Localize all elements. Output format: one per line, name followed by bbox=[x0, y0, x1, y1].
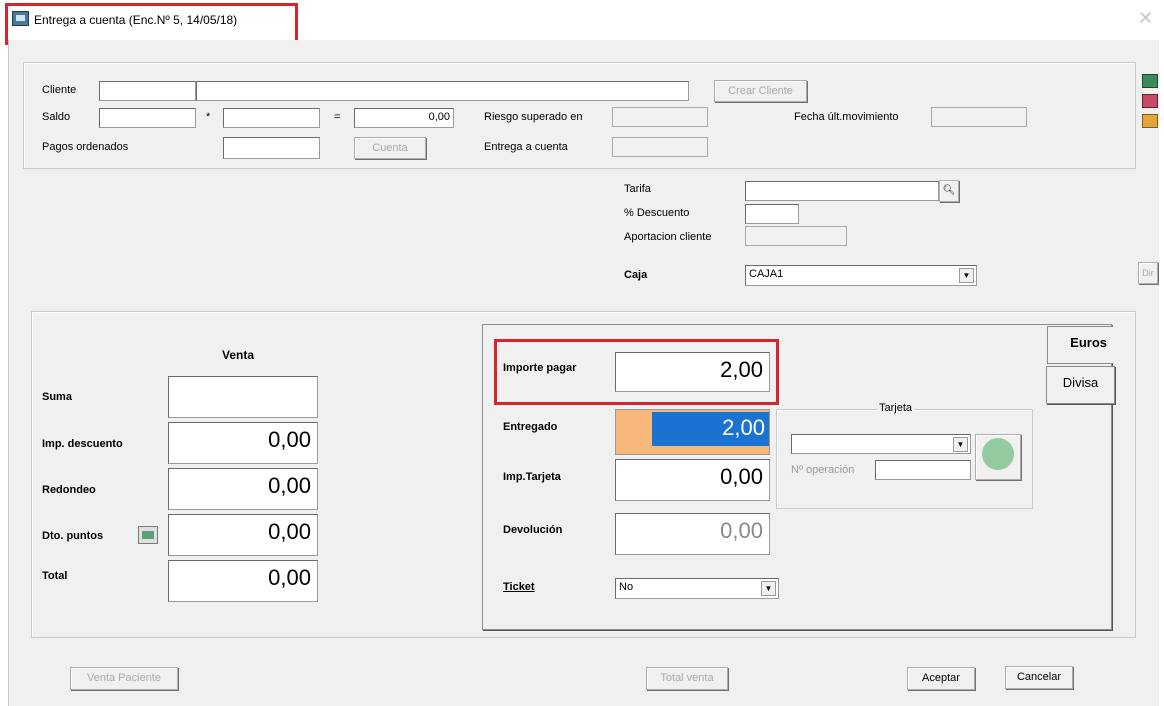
riesgo-input bbox=[612, 107, 708, 127]
suma-label: Suma bbox=[42, 391, 72, 403]
saldo-label: Saldo bbox=[42, 111, 71, 123]
venta-header: Venta bbox=[222, 348, 255, 362]
pagos-input[interactable] bbox=[223, 137, 320, 159]
descuento-input[interactable] bbox=[745, 204, 799, 224]
devolucion-label: Devolución bbox=[503, 524, 563, 536]
folder-icon[interactable] bbox=[1142, 114, 1158, 128]
title-bar: Entrega a cuenta (Enc.Nº 5, 14/05/18) ✕ bbox=[0, 0, 1164, 45]
fecha-label: Fecha últ.movimiento bbox=[794, 111, 899, 123]
entregado-value: 2,00 bbox=[652, 412, 769, 446]
operacion-input[interactable] bbox=[875, 460, 971, 480]
aportacion-input bbox=[745, 226, 847, 246]
entregado-field[interactable]: 2,00 bbox=[615, 409, 770, 455]
payment-group: Venta Suma Imp. descuento 0,00 Redondeo … bbox=[31, 311, 1136, 638]
caja-value: CAJA1 bbox=[749, 268, 784, 280]
saldo-input-2[interactable] bbox=[223, 108, 320, 128]
riesgo-label: Riesgo superado en bbox=[484, 111, 583, 123]
client-card-icon[interactable] bbox=[1142, 74, 1158, 88]
ticket-value: No bbox=[619, 581, 634, 593]
redondeo-input[interactable]: 0,00 bbox=[168, 468, 318, 510]
tarifa-search-icon[interactable]: 🔍︎ bbox=[939, 180, 959, 202]
entrega-input bbox=[612, 137, 708, 157]
ticket-label: Ticket bbox=[503, 581, 535, 593]
aportacion-label: Aportacion cliente bbox=[624, 231, 712, 243]
chevron-down-icon[interactable]: ▼ bbox=[761, 581, 776, 596]
close-icon[interactable]: ✕ bbox=[1138, 8, 1153, 29]
dto-puntos-input[interactable]: 0,00 bbox=[168, 514, 318, 556]
descuento-label: % Descuento bbox=[624, 207, 690, 219]
cliente-code-input[interactable] bbox=[99, 81, 196, 101]
tarifa-label: Tarifa bbox=[624, 183, 651, 195]
tab-euros[interactable]: Euros bbox=[1047, 326, 1113, 364]
caja-label: Caja bbox=[624, 269, 648, 281]
chevron-down-icon[interactable]: ▼ bbox=[959, 268, 974, 283]
imp-descuento-label: Imp. descuento bbox=[42, 438, 123, 450]
side-button[interactable]: Dir bbox=[1138, 262, 1158, 284]
tarjeta-group: Tarjeta ▼ Nº operación bbox=[776, 402, 1033, 509]
pagos-label: Pagos ordenados bbox=[42, 141, 129, 153]
client-group: Cliente Crear Cliente Saldo * = 0,00 Rie… bbox=[23, 62, 1136, 169]
dialog-body: Cliente Crear Cliente Saldo * = 0,00 Rie… bbox=[8, 40, 1159, 706]
saldo-total-input[interactable]: 0,00 bbox=[354, 108, 454, 128]
dto-puntos-label: Dto. puntos bbox=[42, 530, 104, 542]
payment-panel: Importe pagar 2,00 Entregado 2,00 Imp.Ta… bbox=[482, 324, 1112, 630]
cuenta-button[interactable]: Cuenta bbox=[354, 137, 426, 159]
aceptar-button[interactable]: Aceptar bbox=[907, 667, 975, 690]
tarifa-input[interactable] bbox=[745, 181, 939, 201]
tab-divisa[interactable]: Divisa bbox=[1046, 366, 1115, 404]
entrega-label: Entrega a cuenta bbox=[484, 141, 568, 153]
total-label: Total bbox=[42, 570, 68, 582]
title-highlight bbox=[5, 3, 298, 45]
saldo-input-1[interactable] bbox=[99, 108, 196, 128]
cliente-label: Cliente bbox=[42, 84, 77, 96]
saldo-star: * bbox=[206, 111, 211, 123]
contact-icon[interactable] bbox=[1142, 94, 1158, 108]
card-reader-button[interactable] bbox=[975, 434, 1021, 480]
cancelar-button[interactable]: Cancelar bbox=[1005, 666, 1073, 689]
tarjeta-select[interactable]: ▼ bbox=[791, 434, 971, 454]
devolucion-input: 0,00 bbox=[615, 513, 770, 555]
imp-descuento-input[interactable]: 0,00 bbox=[168, 422, 318, 464]
cliente-name-input[interactable] bbox=[196, 81, 689, 101]
caja-select[interactable]: CAJA1 ▼ bbox=[745, 265, 977, 286]
crear-cliente-button[interactable]: Crear Cliente bbox=[714, 80, 807, 102]
redondeo-label: Redondeo bbox=[42, 484, 96, 496]
operacion-label: Nº operación bbox=[791, 464, 855, 476]
entregado-label: Entregado bbox=[503, 421, 558, 433]
ticket-select[interactable]: No ▼ bbox=[615, 578, 779, 599]
card-reader-icon bbox=[982, 438, 1014, 470]
points-card-icon[interactable] bbox=[138, 526, 158, 544]
imp-tarjeta-input[interactable]: 0,00 bbox=[615, 459, 770, 501]
importe-highlight bbox=[494, 339, 779, 405]
imp-tarjeta-label: Imp.Tarjeta bbox=[503, 471, 561, 483]
saldo-equals: = bbox=[334, 111, 341, 123]
total-venta-button[interactable]: Total venta bbox=[646, 667, 728, 690]
suma-input[interactable] bbox=[168, 376, 318, 418]
tarjeta-group-label: Tarjeta bbox=[877, 402, 915, 414]
chevron-down-icon[interactable]: ▼ bbox=[953, 437, 968, 452]
total-input[interactable]: 0,00 bbox=[168, 560, 318, 602]
fecha-input bbox=[931, 107, 1027, 127]
venta-paciente-button[interactable]: Venta Paciente bbox=[70, 667, 178, 690]
